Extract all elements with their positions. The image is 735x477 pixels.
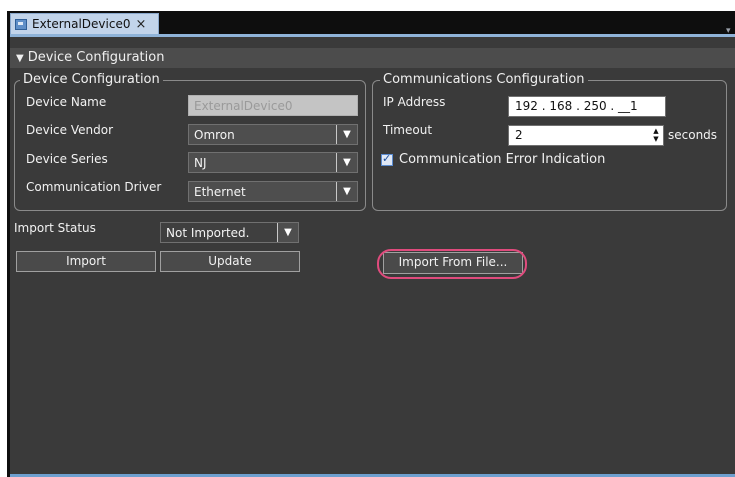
timeout-value: 2 <box>515 128 523 142</box>
communication-error-indication-checkbox[interactable] <box>381 152 393 166</box>
chevron-down-icon[interactable]: ▼ <box>336 153 357 172</box>
import-status-value: Not Imported. <box>161 223 277 242</box>
import-status-select[interactable]: Not Imported. ▼ <box>160 222 299 243</box>
communication-driver-select[interactable]: Ethernet ▼ <box>188 181 358 202</box>
chevron-down-icon[interactable]: ▼ <box>277 223 298 242</box>
communication-driver-value: Ethernet <box>189 182 336 201</box>
device-vendor-select[interactable]: Omron ▼ <box>188 124 358 145</box>
device-vendor-value: Omron <box>189 125 336 144</box>
device-name-field: ExternalDevice0 <box>188 95 358 116</box>
section-title: Device Configuration <box>27 50 165 65</box>
device-config-legend: Device Configuration <box>20 72 163 88</box>
chevron-down-icon[interactable]: ▼ <box>336 125 357 144</box>
ip-address-field[interactable]: 192 . 168 . 250 . __1 <box>508 96 666 117</box>
update-button[interactable]: Update <box>160 251 300 272</box>
section-header[interactable]: ▼ Device Configuration <box>10 48 735 68</box>
device-series-value: NJ <box>189 153 336 172</box>
tab-external-device[interactable]: ExternalDevice0 × <box>10 13 159 34</box>
device-vendor-label: Device Vendor <box>26 123 114 137</box>
communications-config-legend: Communications Configuration <box>380 72 588 88</box>
device-icon <box>15 18 27 30</box>
communication-error-indication-label: Communication Error Indication <box>399 152 606 167</box>
import-status-label: Import Status <box>14 221 96 235</box>
chevron-down-icon[interactable]: ▼ <box>336 182 357 201</box>
timeout-label: Timeout <box>383 123 433 137</box>
spin-up-icon[interactable]: ▲ <box>651 127 661 135</box>
collapse-icon[interactable]: ▼ <box>16 49 24 69</box>
close-icon[interactable]: × <box>135 17 146 32</box>
communication-driver-label: Communication Driver <box>26 180 162 194</box>
highlight-outline <box>377 249 527 279</box>
device-series-label: Device Series <box>26 152 108 166</box>
spin-down-icon[interactable]: ▼ <box>651 135 661 143</box>
ip-address-label: IP Address <box>383 95 446 109</box>
spinner-icon[interactable]: ▲ ▼ <box>651 127 661 143</box>
timeout-stepper[interactable]: 2 ▲ ▼ <box>508 125 664 146</box>
timeout-unit-label: seconds <box>668 128 718 142</box>
tab-label: ExternalDevice0 <box>32 17 131 31</box>
device-name-label: Device Name <box>26 95 107 109</box>
import-button[interactable]: Import <box>16 251 156 272</box>
device-series-select[interactable]: NJ ▼ <box>188 152 358 173</box>
